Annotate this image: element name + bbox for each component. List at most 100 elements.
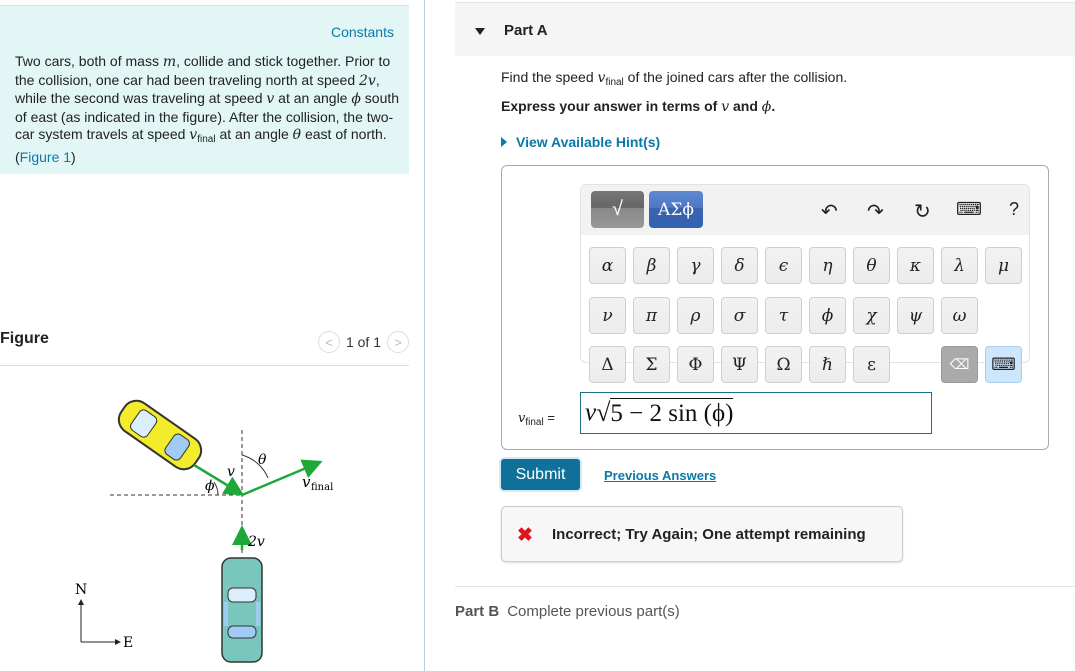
previous-answers-link[interactable]: Previous Answers bbox=[604, 468, 716, 483]
part-a-header[interactable]: Part A bbox=[455, 2, 1075, 56]
greek-key[interactable]: ϕ bbox=[809, 297, 846, 334]
greek-key[interactable]: ρ bbox=[677, 297, 714, 334]
math-palette: √ ΑΣϕ ↶ ↷ ↻ ⌨ ? αβγδϵηθκλμ νπρστϕχψω ΔΣΦΨΩ… bbox=[580, 184, 1030, 383]
greek-key[interactable]: Ω bbox=[765, 346, 802, 383]
view-hints-toggle[interactable]: View Available Hint(s) bbox=[501, 134, 660, 150]
part-a-title: Part A bbox=[504, 22, 548, 39]
feedback-message: ✖ Incorrect; Try Again; One attempt rema… bbox=[501, 506, 903, 562]
greek-key[interactable]: η bbox=[809, 247, 846, 284]
constants-link[interactable]: Constants bbox=[331, 24, 394, 40]
yellow-car-icon bbox=[117, 399, 203, 471]
label-east: E bbox=[123, 635, 133, 651]
greek-key[interactable]: α bbox=[589, 247, 626, 284]
palette-toolbar: √ ΑΣϕ ↶ ↷ ↻ ⌨ ? bbox=[581, 185, 1029, 235]
answer-v: v bbox=[585, 399, 597, 426]
answer-box: √ ΑΣϕ ↶ ↷ ↻ ⌨ ? αβγδϵηθκλμ νπρστϕχψω ΔΣΦΨΩ… bbox=[501, 165, 1049, 450]
greek-key[interactable]: ω bbox=[941, 297, 978, 334]
greek-key[interactable]: σ bbox=[721, 297, 758, 334]
reset-icon[interactable]: ↻ bbox=[914, 199, 931, 224]
text: ) bbox=[71, 148, 76, 165]
feedback-text: Incorrect; Try Again; One attempt remain… bbox=[552, 526, 866, 543]
keyboard-shortcuts-icon[interactable]: ⌨ bbox=[956, 199, 982, 220]
label-theta: θ bbox=[258, 452, 267, 468]
question-panel: Part A Find the speed vfinal of the join… bbox=[455, 0, 1075, 671]
express-instruction: Express your answer in terms of v and ϕ. bbox=[501, 98, 775, 115]
problem-intro: Constants Two cars, both of mass m, coll… bbox=[0, 5, 409, 174]
figure-pager: < 1 of 1 > bbox=[317, 331, 409, 353]
greek-key[interactable]: χ bbox=[853, 297, 890, 334]
label-north: N bbox=[75, 582, 87, 598]
var-m: m bbox=[162, 54, 177, 70]
greek-key[interactable]: Σ bbox=[633, 346, 670, 383]
var-subscript: final bbox=[525, 417, 544, 428]
answer-input[interactable]: v √ 5 − 2 sin (ϕ) bbox=[580, 392, 932, 434]
chevron-left-icon: < bbox=[325, 334, 333, 350]
greek-key[interactable]: θ bbox=[853, 247, 890, 284]
expand-triangle-icon bbox=[501, 137, 507, 147]
equals: = bbox=[543, 410, 555, 425]
chevron-right-icon: > bbox=[394, 334, 402, 350]
greek-key[interactable]: ε bbox=[853, 346, 890, 383]
greek-key[interactable]: Δ bbox=[589, 346, 626, 383]
greek-key[interactable]: ϵ bbox=[765, 247, 802, 284]
label-vfinal-sub: final bbox=[311, 482, 333, 493]
var-phi: ϕ bbox=[351, 91, 361, 107]
undo-icon[interactable]: ↶ bbox=[821, 199, 838, 224]
greek-key[interactable]: Φ bbox=[677, 346, 714, 383]
prev-figure-button[interactable]: < bbox=[317, 331, 340, 353]
phi-arc bbox=[213, 481, 219, 496]
greek-key[interactable]: π bbox=[633, 297, 670, 334]
greek-key[interactable]: κ bbox=[897, 247, 934, 284]
teal-car-icon bbox=[221, 557, 263, 663]
text: . bbox=[771, 98, 776, 114]
greek-key[interactable]: γ bbox=[677, 247, 714, 284]
greek-key[interactable]: τ bbox=[765, 297, 802, 334]
greek-key[interactable]: μ bbox=[985, 247, 1022, 284]
var-v: v bbox=[721, 99, 730, 115]
text: at an angle bbox=[215, 126, 293, 142]
submit-button[interactable]: Submit bbox=[501, 459, 580, 490]
divider bbox=[455, 586, 1075, 587]
problem-panel: Constants Two cars, both of mass m, coll… bbox=[0, 0, 409, 671]
var-subscript: final bbox=[197, 134, 216, 145]
greek-key[interactable]: Ψ bbox=[721, 346, 758, 383]
pager-text: 1 of 1 bbox=[345, 334, 381, 350]
greek-key[interactable]: ψ bbox=[897, 297, 934, 334]
part-b-title: Part B bbox=[455, 603, 500, 620]
var-2v: 2v bbox=[359, 72, 376, 89]
templates-button[interactable]: √ bbox=[591, 191, 644, 228]
divider bbox=[0, 365, 409, 366]
next-figure-button[interactable]: > bbox=[387, 331, 409, 353]
var-subscript: final bbox=[605, 77, 624, 88]
answer-label: vfinal = bbox=[518, 410, 555, 428]
var-theta: θ bbox=[292, 127, 302, 143]
sqrt-sign: √ bbox=[596, 398, 611, 427]
answer-radicand: 5 − 2 sin (ϕ) bbox=[610, 397, 734, 427]
pane-divider[interactable] bbox=[424, 0, 425, 671]
keyboard-toggle-key[interactable]: ⌨ bbox=[985, 346, 1022, 383]
text: of the joined cars after the collision. bbox=[623, 69, 848, 85]
greek-key[interactable]: λ bbox=[941, 247, 978, 284]
hint-label: View Available Hint(s) bbox=[516, 134, 661, 150]
backspace-key[interactable]: ⌫ bbox=[941, 346, 978, 383]
var-phi: ϕ bbox=[761, 99, 772, 115]
figure-link[interactable]: Figure 1 bbox=[20, 149, 71, 165]
greek-key[interactable]: ν bbox=[589, 297, 626, 334]
label-vfinal: v bbox=[302, 473, 311, 491]
greek-key[interactable]: β bbox=[633, 247, 670, 284]
sqrt-template-icon: √ bbox=[612, 198, 623, 220]
help-icon[interactable]: ? bbox=[1009, 199, 1019, 220]
greek-key[interactable]: δ bbox=[721, 247, 758, 284]
part-b-header: Part B Complete previous part(s) bbox=[455, 603, 680, 620]
incorrect-x-icon: ✖ bbox=[517, 525, 533, 546]
figure-title: Figure bbox=[0, 330, 49, 347]
text: at an angle bbox=[274, 90, 352, 106]
greek-button[interactable]: ΑΣϕ bbox=[649, 191, 703, 228]
part-a-prompt: Find the speed vfinal of the joined cars… bbox=[501, 69, 847, 88]
text: Express your answer in terms of bbox=[501, 98, 722, 114]
greek-key[interactable]: ℏ bbox=[809, 346, 846, 383]
collision-figure: ϕ v θ v final 2v N E bbox=[75, 399, 333, 663]
label-2v: 2v bbox=[247, 534, 265, 550]
label-v: v bbox=[227, 464, 235, 480]
redo-icon[interactable]: ↷ bbox=[867, 199, 884, 224]
